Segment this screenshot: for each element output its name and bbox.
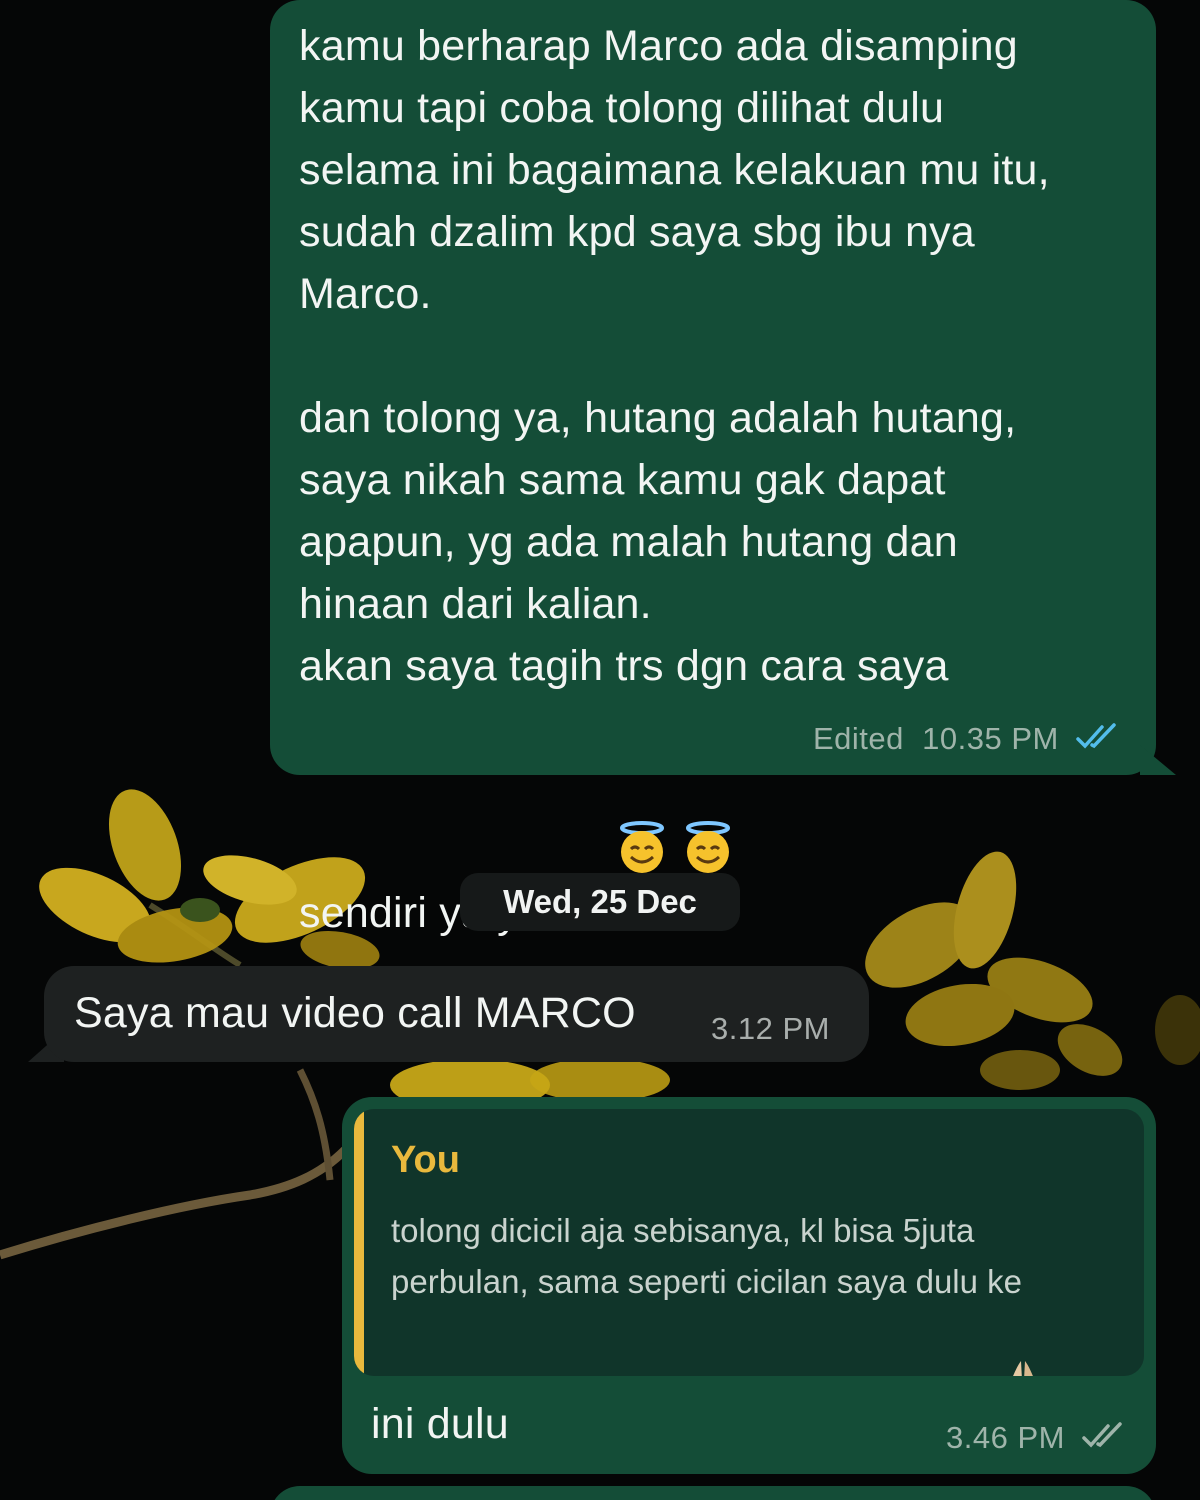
quote-accent-bar: [354, 1109, 364, 1376]
message-text: ini dulu: [371, 1400, 509, 1448]
smiling-face-with-halo-icon: [615, 697, 669, 873]
message-text: Saya mau video call MARCO: [74, 989, 636, 1037]
folded-hands-icon: [911, 1307, 1043, 1376]
message-time: 3.12 PM: [711, 1011, 830, 1046]
date-separator: Wed, 25 Dec: [460, 873, 740, 931]
edited-label: Edited: [813, 721, 904, 756]
message-meta: Edited 10.35 PM: [813, 721, 1120, 759]
message-time: 3.46 PM: [946, 1420, 1065, 1455]
bubble-tail: [1140, 745, 1176, 775]
read-double-check-icon: [1076, 723, 1120, 759]
smiling-face-with-halo-icon: [681, 697, 735, 873]
outgoing-message-bubble[interactable]: You tolong dicicil aja sebisanya, kl bis…: [342, 1097, 1156, 1474]
outgoing-message-bubble[interactable]: [270, 1486, 1156, 1500]
message-meta: 3.46 PM: [946, 1420, 1126, 1458]
outgoing-message-bubble[interactable]: kamu berharap Marco ada disamping kamu t…: [270, 0, 1156, 937]
message-time: 10.35 PM: [922, 721, 1059, 756]
quote-author: You: [391, 1139, 460, 1181]
quoted-message[interactable]: You tolong dicicil aja sebisanya, kl bis…: [354, 1109, 1144, 1376]
incoming-message-bubble[interactable]: Saya mau video call MARCO 3.12 PM: [44, 966, 869, 1062]
message-text: kamu berharap Marco ada disamping kamu t…: [299, 22, 1050, 937]
delivered-double-check-icon: [1082, 1422, 1126, 1458]
chat-screen: kamu berharap Marco ada disamping kamu t…: [0, 0, 1200, 1500]
quote-text: tolong dicicil aja sebisanya, kl bisa 5j…: [391, 1205, 1131, 1376]
